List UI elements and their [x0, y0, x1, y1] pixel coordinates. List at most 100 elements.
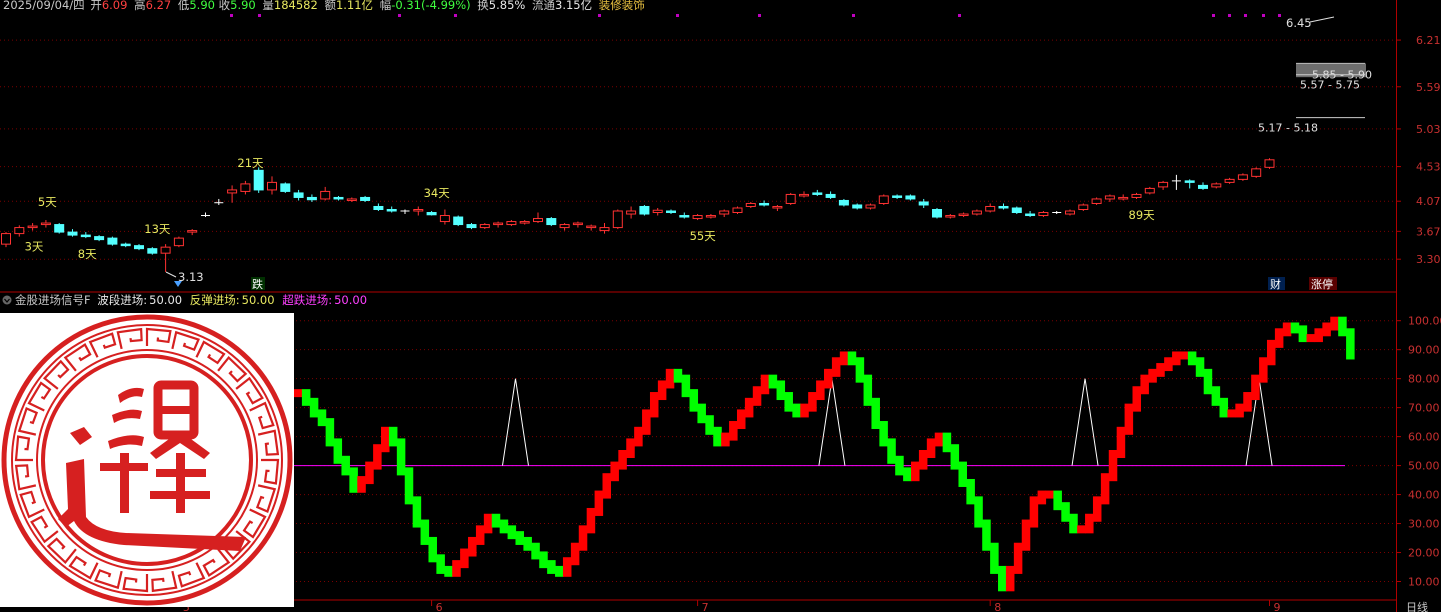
- candle: [439, 209, 450, 225]
- indicator-step: [499, 519, 509, 534]
- indicator-step: [468, 536, 477, 557]
- indicator-step: [388, 426, 398, 447]
- indicator-step: [412, 496, 422, 528]
- day-label: 13天: [144, 222, 171, 236]
- price-zones: 5.85 - 5.905.57 - 5.755.17 - 5.18: [1258, 62, 1372, 135]
- indicator-step: [452, 560, 461, 577]
- candle: [732, 206, 743, 215]
- high-mark: 6.45: [1286, 16, 1312, 30]
- candlestick-series: [1, 158, 1275, 272]
- indicator-step: [1132, 386, 1142, 412]
- candle: [107, 236, 118, 246]
- indicator-step: [317, 409, 327, 427]
- indicator-step: [460, 548, 469, 569]
- candle: [666, 209, 676, 215]
- candle: [453, 215, 464, 227]
- indicator-step: [729, 421, 738, 441]
- indicator-step: [792, 403, 801, 418]
- candle: [280, 182, 291, 193]
- indicator-step: [855, 357, 865, 383]
- limit-marker: [758, 14, 761, 17]
- indicator-step: [1116, 426, 1126, 458]
- indicator-step: [404, 467, 414, 505]
- indicator-step: [578, 525, 588, 551]
- indicator-step: [982, 519, 991, 551]
- candle: [825, 191, 836, 199]
- indicator-step: [990, 542, 999, 574]
- candle: [506, 220, 517, 227]
- indicator-step: [642, 409, 651, 435]
- candle: [187, 229, 198, 236]
- indicator-step: [1306, 334, 1316, 343]
- candle: [1131, 192, 1142, 199]
- indicator-step: [1243, 392, 1252, 412]
- indicator-step: [444, 565, 453, 577]
- collapse-indicator-icon[interactable]: [2, 295, 12, 305]
- limit-marker: [676, 14, 679, 17]
- candle: [905, 194, 916, 201]
- indicator-step: [365, 461, 374, 485]
- limit-marker: [230, 14, 233, 17]
- candle: [546, 217, 557, 227]
- indicator-step: [1053, 490, 1062, 511]
- indicator-step: [1077, 525, 1086, 534]
- change-value: -0.31(-4.99%): [391, 0, 470, 12]
- candle: [267, 176, 277, 195]
- candle: [1038, 211, 1049, 218]
- date-tick-label: 7: [702, 601, 709, 612]
- indicator-step: [523, 536, 532, 551]
- date-tick-label: 8: [994, 601, 1001, 612]
- indicator-step: [895, 455, 904, 476]
- indicator-step: [1069, 513, 1078, 534]
- high-value: 6.27: [146, 0, 172, 12]
- indicator-step: [721, 432, 730, 447]
- candle: [1078, 203, 1089, 212]
- candle: [1091, 197, 1102, 205]
- candle: [772, 204, 783, 212]
- indicator-step: [507, 525, 517, 540]
- price-tick-label: 5.03: [1416, 123, 1441, 136]
- indicator-tick-label: 40.00: [1408, 489, 1440, 502]
- indicator-step: [618, 450, 627, 470]
- indicator-step: [531, 542, 540, 560]
- candle: [54, 223, 65, 234]
- candle: [998, 203, 1009, 210]
- candle: [572, 221, 583, 228]
- indicator-tick-label: 90.00: [1408, 344, 1440, 357]
- candle: [94, 235, 105, 242]
- candle: [253, 167, 264, 193]
- candle: [892, 194, 903, 199]
- indicator-step: [333, 438, 343, 464]
- indicator-step: [998, 565, 1007, 592]
- candle: [1, 232, 11, 248]
- indicator-step: [879, 421, 888, 447]
- day-label: 89天: [1129, 208, 1156, 222]
- price-tick-label: 4.07: [1416, 195, 1441, 208]
- indicator-step: [610, 461, 619, 482]
- candle: [466, 223, 477, 230]
- indicator-step: [760, 374, 770, 395]
- indicator-step: [1061, 502, 1070, 522]
- candle: [838, 198, 849, 207]
- zone-label: 5.57 - 5.75: [1300, 79, 1360, 92]
- indicator-step: [847, 351, 857, 366]
- indicator-step: [689, 389, 699, 412]
- timeframe-label[interactable]: 日线: [1406, 600, 1428, 612]
- indicator-step: [657, 380, 667, 401]
- candle: [745, 201, 756, 208]
- price-tick-label: 4.53: [1416, 161, 1441, 174]
- indicator-step: [950, 444, 960, 470]
- indicator-step: [1092, 496, 1102, 522]
- indicator-step: [357, 476, 366, 493]
- indicator-tick-label: 10.00: [1408, 576, 1440, 589]
- candle: [201, 212, 210, 218]
- finance-badge: 财: [1270, 277, 1281, 291]
- indicator-step: [673, 368, 683, 383]
- indicator-step: [428, 536, 437, 563]
- indicator-step: [373, 444, 382, 470]
- candle: [67, 229, 78, 237]
- candle: [479, 223, 490, 230]
- indicator-step: [1029, 496, 1039, 528]
- indicator-step: [776, 380, 786, 401]
- indicator-step: [1085, 513, 1094, 534]
